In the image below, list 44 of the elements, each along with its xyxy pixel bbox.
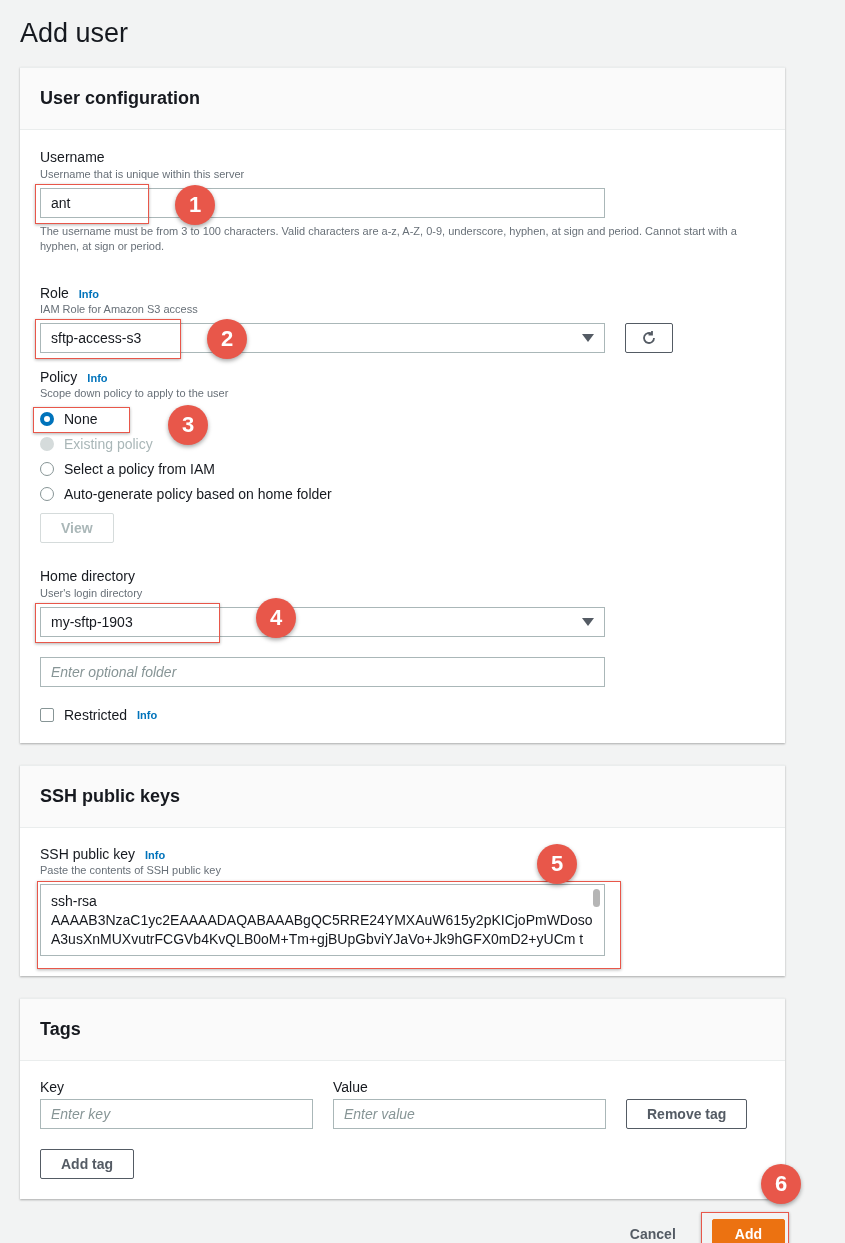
field-hint: Scope down policy to apply to the user (40, 386, 229, 399)
cancel-button[interactable]: Cancel (623, 1224, 682, 1243)
field-hint: IAM Role for Amazon S3 access (40, 302, 198, 315)
info-link[interactable]: Info (87, 371, 108, 384)
folder-input[interactable]: Enter optional folder (40, 656, 605, 687)
field-hint: Username that is unique within this server (40, 168, 245, 180)
field-hint: User's login directory (40, 586, 143, 599)
step-number-badge: 2 (207, 318, 247, 359)
value-input[interactable]: Enter value (333, 1098, 606, 1129)
field-label: Key (40, 1078, 66, 1095)
remove-tag-button[interactable]: Remove tag (626, 1098, 748, 1129)
field-label: Home directory (40, 567, 135, 584)
step-number-badge: 1 (175, 185, 215, 225)
checkbox-label: Restricted (64, 706, 128, 723)
caret-down-icon (582, 617, 594, 626)
card-heading: User configuration (20, 68, 785, 130)
field-label: Username (40, 149, 105, 165)
step-number-badge: 5 (537, 843, 577, 884)
page-title: Add user (20, 18, 130, 49)
field-hint: Paste the contents of SSH public key (40, 863, 221, 876)
add-tag-button[interactable]: Add tag (40, 1148, 135, 1179)
info-link[interactable]: Info (137, 708, 158, 721)
card-heading: Tags (20, 998, 785, 1061)
radio-option[interactable]: Auto-generate policy based on home folder (40, 481, 332, 507)
restricted-checkbox[interactable] (40, 707, 54, 722)
key-input[interactable]: Enter key (40, 1098, 313, 1129)
field-label: Value (333, 1078, 369, 1095)
caret-down-icon (582, 333, 594, 342)
refresh-button[interactable] (625, 322, 673, 353)
ssh-key-textarea[interactable]: ssh-rsa AAAAB3NzaC1yc2EAAAADAQABAAABgQC5RRE24YMXAuW615y2pKICjoPmWDoso A3usXnMUXvutrFCGVb4KvQLB0oM+Tm+gjBUpGbviYJaVo+Jk9hGFX0mD2+yUCm t (40, 883, 605, 956)
field-label: Policy (40, 368, 78, 385)
info-link[interactable]: Info (144, 848, 166, 861)
constraint-text: The username must be from 3 to 100 characters. Valid characters are a-z, A-Z, 0-9, underscore, hyphen, at sign and period. Cannot start with a hyphen, at sign or period. (40, 224, 738, 255)
field-label: SSH public key (40, 845, 135, 862)
step-number-badge: 6 (761, 1163, 801, 1204)
step-number-badge: 4 (256, 597, 296, 638)
refresh-icon (641, 329, 657, 346)
radio-option[interactable]: Select a policy from IAM (40, 456, 215, 482)
card-heading: SSH public keys (20, 765, 785, 828)
radio-option[interactable]: None (40, 406, 98, 432)
info-link[interactable]: Info (78, 287, 99, 300)
field-label: Role (40, 284, 69, 301)
scrollbar-thumb[interactable] (593, 888, 600, 907)
step-number-badge: 3 (168, 404, 208, 445)
